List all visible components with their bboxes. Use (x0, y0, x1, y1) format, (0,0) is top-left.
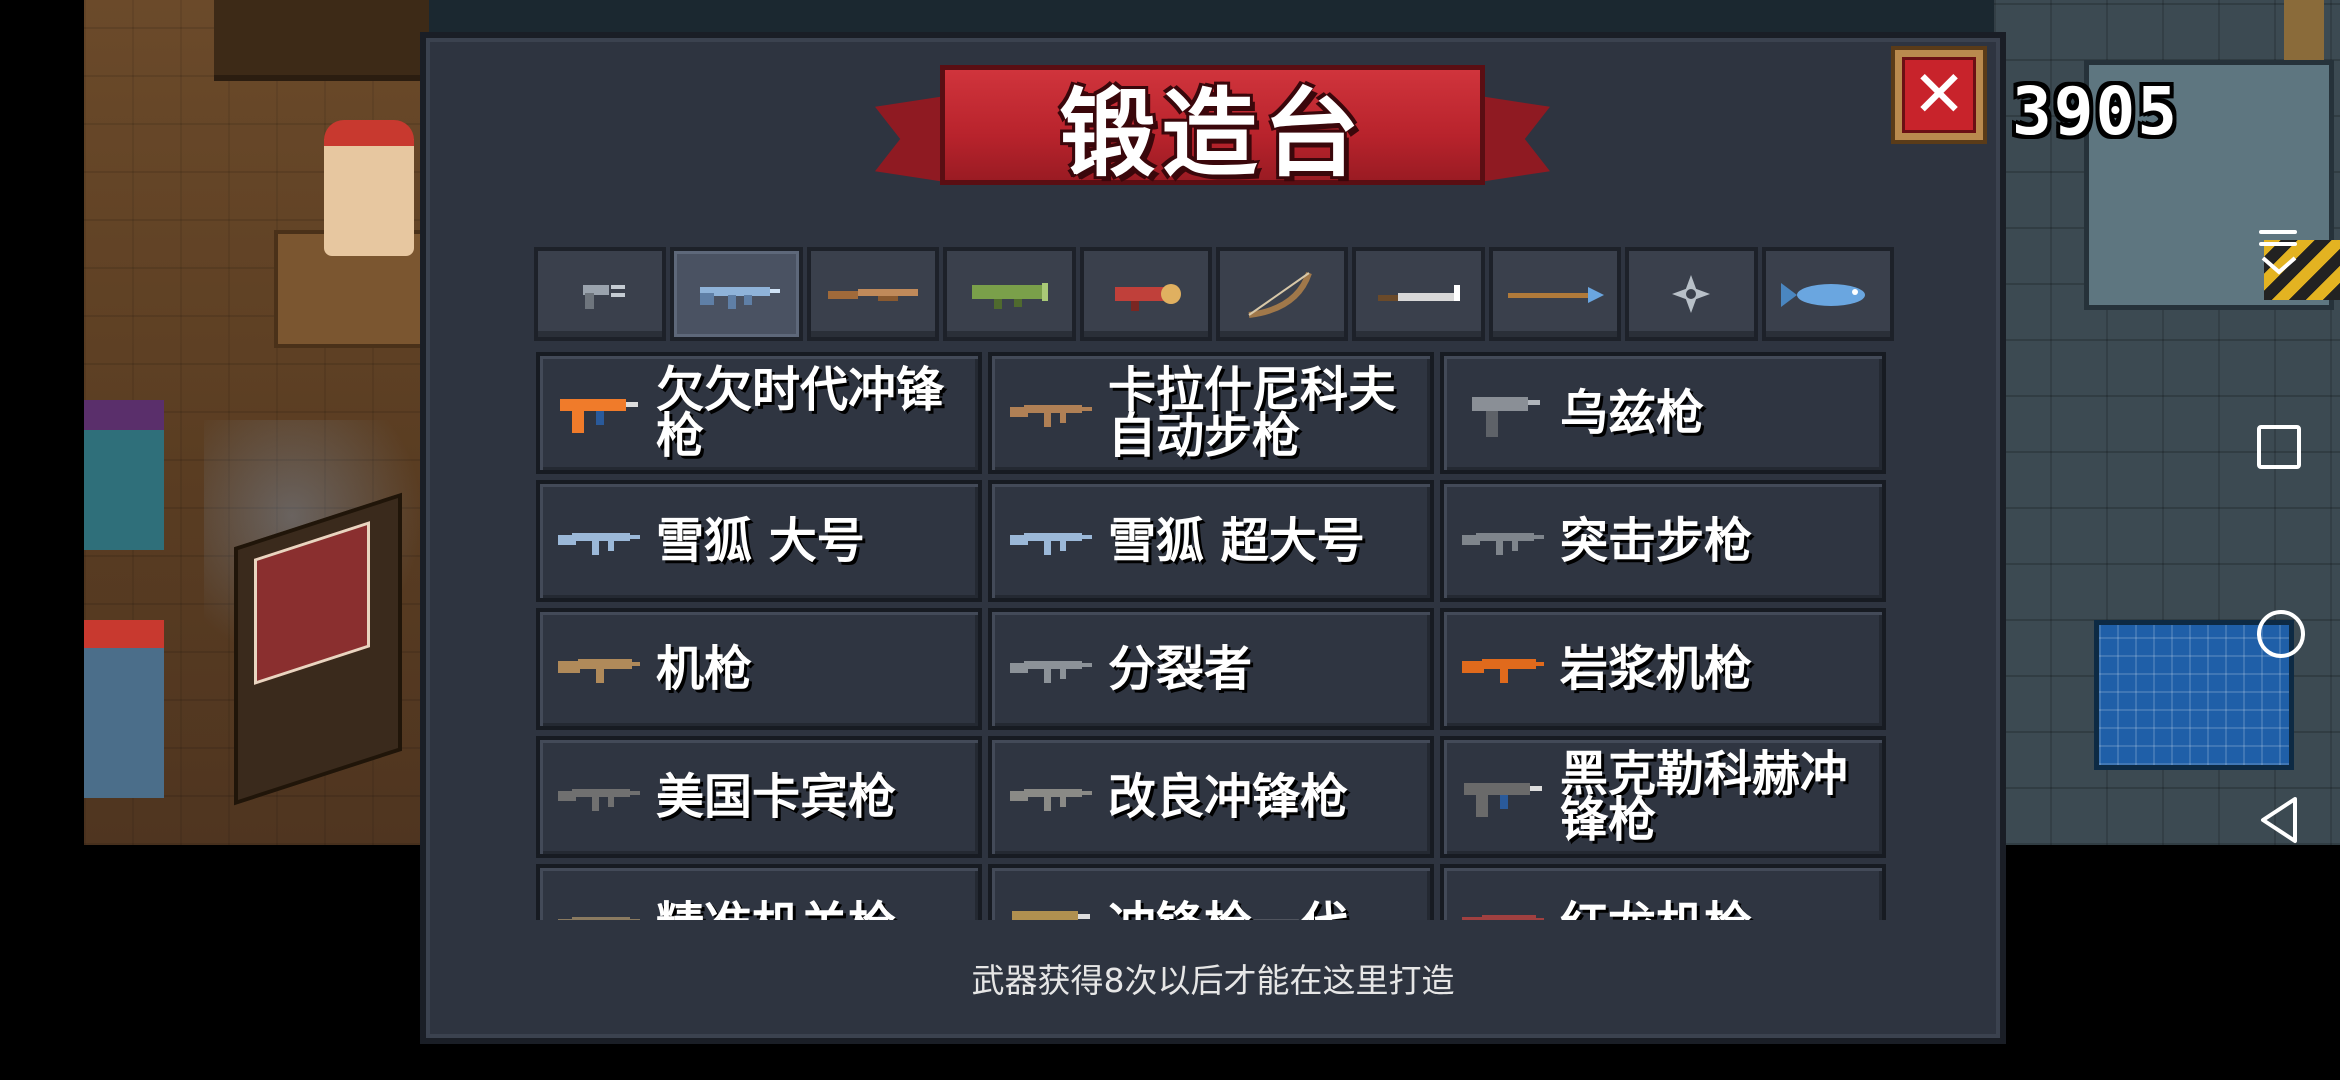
shelf (214, 0, 429, 81)
machinegun-icon (1462, 659, 1544, 683)
tab-spear[interactable] (1488, 247, 1622, 341)
smg-icon (560, 399, 638, 433)
rifle-icon (558, 789, 640, 811)
weapon-list[interactable]: 欠欠时代冲锋枪 卡拉什尼科夫自动步枪 乌兹枪雪狐 大号 雪狐 超大号 突击步枪机枪 分裂者… (534, 350, 1894, 920)
rocket-icon (1114, 284, 1181, 311)
weapon-item[interactable]: 突击步枪 (1440, 480, 1886, 602)
rifle-icon (1010, 533, 1092, 555)
forge-title: 锻造台 (940, 65, 1485, 190)
forge-hint-text: 武器获得8次以后才能在这里打造 (971, 961, 1455, 1000)
tab-sword[interactable] (1352, 247, 1485, 341)
weapon-item[interactable]: 卡拉什尼科夫自动步枪 (988, 352, 1434, 474)
recent-apps-icon[interactable] (2257, 425, 2301, 469)
weapon-category-tabs (534, 247, 1895, 341)
weapon-name: 分裂者 (1108, 641, 1253, 697)
npc-character (84, 620, 164, 798)
sword-icon (1377, 285, 1460, 301)
scene-room-left (84, 0, 437, 845)
close-button[interactable]: ✕ (1891, 46, 1987, 144)
shotgun-icon (828, 289, 919, 301)
rifle-icon (1010, 405, 1092, 427)
launcher-icon (972, 283, 1049, 309)
tab-rifle[interactable] (670, 247, 803, 341)
uzi-icon (1472, 397, 1540, 437)
weapon-name: 乌兹枪 (1560, 385, 1705, 441)
weapon-name: 雪狐 大号 (656, 513, 865, 569)
weapon-item[interactable]: 分裂者 (988, 608, 1434, 730)
weapon-item[interactable]: 欠欠时代冲锋枪 (536, 352, 982, 474)
weapon-name: 黑克勒科赫冲锋枪 (1560, 746, 1849, 848)
rifle-icon (1010, 661, 1092, 683)
tab-pistol[interactable] (534, 247, 667, 341)
rifle-icon (1010, 789, 1092, 811)
weapon-item[interactable]: 乌兹枪 (1440, 352, 1886, 474)
weapon-name: 冲锋枪一代 (1108, 901, 1348, 920)
close-icon: ✕ (1902, 57, 1976, 133)
weapon-item[interactable]: 黑克勒科赫冲锋枪 (1440, 736, 1886, 858)
weapon-item[interactable]: 岩浆机枪 (1440, 608, 1886, 730)
weapon-name: 红龙机枪 (1560, 901, 1752, 920)
weapon-item[interactable]: 雪狐 超大号 (988, 480, 1434, 602)
machinegun-icon (558, 659, 640, 683)
smg-icon (1464, 783, 1542, 817)
title-banner: 锻造台 (875, 65, 1550, 215)
weapon-item[interactable]: 美国卡宾枪 (536, 736, 982, 858)
rifle-icon (699, 287, 780, 309)
shuriken-icon (1672, 275, 1711, 313)
weapon-item[interactable]: 冲锋枪一代 (988, 864, 1434, 920)
npc-santa-character (324, 120, 414, 256)
tab-shotgun[interactable] (806, 247, 940, 341)
weapon-name: 改良冲锋枪 (1108, 769, 1349, 825)
tab-shuriken[interactable] (1625, 247, 1758, 341)
weapon-item[interactable]: 机枪 (536, 608, 982, 730)
weapon-name: 卡拉什尼科夫自动步枪 (1108, 362, 1397, 464)
spear-icon (1508, 287, 1605, 303)
back-icon[interactable] (2257, 795, 2301, 843)
notification-pull-icon[interactable] (2257, 230, 2301, 275)
rifle-icon (558, 917, 640, 920)
weapon-item[interactable]: 改良冲锋枪 (988, 736, 1434, 858)
rifle-icon (1462, 533, 1544, 555)
tab-launcher[interactable] (943, 247, 1076, 341)
weapon-name: 精准机关枪 (656, 901, 896, 920)
npc-wizard-character (84, 400, 164, 550)
smg-icon (1012, 911, 1090, 920)
bow-icon (1248, 271, 1313, 318)
machinegun-icon (1462, 915, 1544, 920)
home-icon[interactable] (2257, 610, 2305, 658)
weapon-name: 欠欠时代冲锋枪 (656, 362, 945, 464)
tab-rocket[interactable] (1079, 247, 1213, 341)
weapon-item[interactable]: 雪狐 大号 (536, 480, 982, 602)
fish-icon (1780, 283, 1865, 307)
weapon-name: 突击步枪 (1560, 513, 1753, 569)
weapon-name: 美国卡宾枪 (656, 769, 897, 825)
pistol-icon (583, 285, 626, 309)
rifle-icon (558, 533, 640, 555)
tab-bow[interactable] (1216, 247, 1349, 341)
weapon-name: 机枪 (656, 641, 753, 697)
coin-counter: 3905 (2012, 73, 2179, 150)
weapon-name: 雪狐 超大号 (1108, 513, 1365, 569)
system-navigation-bar (2215, 200, 2340, 900)
tab-fish[interactable] (1761, 247, 1895, 341)
weapon-name: 岩浆机枪 (1560, 641, 1753, 697)
weapon-item[interactable]: 精准机关枪 (536, 864, 982, 920)
weapon-item[interactable]: 红龙机枪 (1440, 864, 1886, 920)
